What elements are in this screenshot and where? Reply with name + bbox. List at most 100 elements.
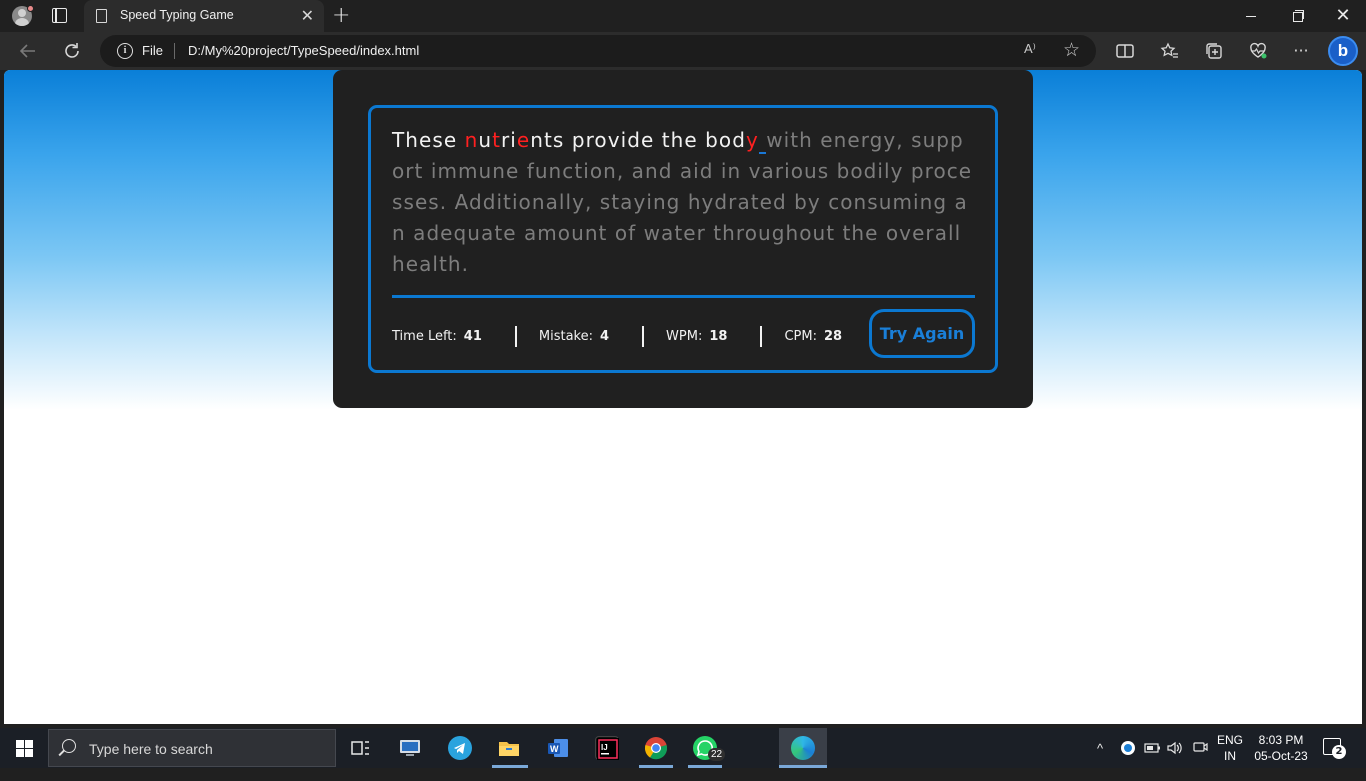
correct-char: t (661, 128, 671, 152)
page-icon (96, 9, 107, 23)
browser-tab-bar: Speed Typing Game ✕ + ✕ (0, 0, 1366, 32)
windows-start-icon[interactable] (16, 740, 33, 757)
favorites-icon[interactable] (1160, 41, 1180, 61)
typing-game-inner: These nutrients provide the body with en… (368, 105, 998, 373)
remote-desktop-icon[interactable] (398, 736, 422, 760)
language-indicator[interactable]: ENG IN (1216, 732, 1244, 764)
whatsapp-badge: 22 (708, 748, 726, 761)
browser-tab[interactable]: Speed Typing Game ✕ (84, 0, 324, 32)
url-text[interactable]: D:/My%20project/TypeSpeed/index.html (188, 43, 419, 58)
address-bar[interactable]: i File D:/My%20project/TypeSpeed/index.h… (100, 35, 1096, 67)
stat-separator (514, 325, 517, 347)
reload-icon[interactable] (61, 40, 83, 62)
correct-char: d (627, 128, 641, 152)
typing-game-card: These nutrients provide the body with en… (333, 70, 1033, 408)
correct-char: i (510, 128, 517, 152)
clock-time: 8:03 PM (1258, 733, 1304, 747)
restore-button[interactable] (1274, 0, 1320, 32)
incorrect-char: e (516, 128, 531, 152)
correct-char: o (594, 128, 608, 152)
split-screen-icon[interactable] (1115, 41, 1135, 61)
correct-char: b (705, 128, 719, 152)
correct-char: s (552, 128, 565, 152)
wpm-stat: WPM: 18 (666, 329, 727, 344)
correct-char: s (432, 128, 444, 152)
content-divider (392, 295, 975, 298)
incorrect-char: n (464, 128, 479, 152)
correct-char: o (718, 128, 733, 152)
correct-char: n (530, 128, 544, 152)
back-arrow-icon[interactable] (17, 40, 39, 62)
cpm-label: CPM: (784, 328, 817, 344)
site-info-icon[interactable]: i (117, 43, 133, 59)
telegram-icon[interactable] (448, 736, 472, 760)
window-close-button[interactable]: ✕ (1320, 0, 1366, 32)
correct-char: p (571, 128, 586, 152)
incorrect-char: t (492, 128, 502, 152)
task-view-icon[interactable] (349, 736, 373, 760)
word-icon[interactable]: W (546, 736, 570, 760)
correct-char: T (392, 128, 406, 152)
notification-center-icon[interactable]: 2 (1323, 738, 1346, 759)
correct-char: v (607, 128, 621, 152)
correct-char: d (732, 128, 746, 152)
svg-text:W: W (550, 744, 559, 754)
time-left-value: 41 (463, 328, 482, 344)
clock-date: 05-Oct-23 (1254, 749, 1308, 763)
mistake-value: 4 (600, 328, 610, 344)
tab-actions-icon[interactable] (52, 8, 67, 23)
svg-text:IJ: IJ (601, 743, 608, 752)
correct-char: t (544, 128, 553, 152)
intellij-idea-icon[interactable]: IJ (595, 736, 619, 760)
whatsapp-icon[interactable]: 22 (693, 736, 726, 761)
language-code: ENG (1216, 733, 1243, 747)
volume-icon[interactable] (1166, 740, 1184, 780)
correct-char: e (443, 128, 458, 152)
search-icon (62, 739, 76, 753)
minimize-button[interactable] (1228, 0, 1274, 32)
clock[interactable]: 8:03 PM 05-Oct-23 (1252, 732, 1310, 764)
time-left-label: Time Left: (392, 328, 457, 344)
region-code: IN (1224, 749, 1236, 763)
tab-title: Speed Typing Game (120, 8, 234, 22)
new-tab-button[interactable]: + (332, 3, 350, 29)
correct-char: h (670, 128, 685, 152)
correct-char: h (405, 128, 420, 152)
stat-separator (760, 325, 763, 347)
chrome-icon[interactable] (644, 736, 668, 760)
windows-taskbar: Type here to search W IJ 22 ^ ENG IN 8:0… (0, 728, 1366, 768)
edge-tray-icon[interactable] (1120, 740, 1136, 780)
cpm-stat: CPM: 28 (784, 329, 842, 344)
camera-meet-icon[interactable] (1192, 740, 1208, 780)
page-viewport: These nutrients provide the body with en… (4, 70, 1362, 724)
show-hidden-icons-chevron-icon[interactable]: ^ (1097, 741, 1103, 781)
favorite-star-icon[interactable]: ☆ (1063, 39, 1080, 61)
bing-copilot-icon[interactable]: b (1328, 36, 1358, 66)
try-again-button[interactable]: Try Again (869, 309, 975, 358)
wpm-value: 18 (709, 328, 728, 344)
file-explorer-icon[interactable] (497, 736, 521, 760)
incorrect-char: y (745, 128, 759, 152)
collections-icon[interactable] (1204, 41, 1224, 61)
typing-text[interactable]: These nutrients provide the body with en… (392, 125, 976, 280)
battery-icon[interactable] (1144, 741, 1162, 781)
correct-char: e (419, 128, 433, 152)
time-left-stat: Time Left: 41 (392, 329, 482, 344)
protocol-label: File (142, 43, 163, 58)
edge-icon (791, 736, 815, 760)
taskbar-search-box[interactable]: Type here to search (48, 729, 336, 767)
profile-avatar-icon[interactable] (10, 5, 34, 27)
read-aloud-icon[interactable]: A⁾ (1024, 41, 1036, 57)
correct-char (654, 128, 661, 152)
wpm-label: WPM: (666, 328, 703, 344)
mistake-label: Mistake: (538, 328, 593, 344)
correct-char (457, 128, 464, 152)
browser-toolbar: i File D:/My%20project/TypeSpeed/index.h… (0, 32, 1366, 70)
edge-active-tile[interactable] (779, 728, 827, 768)
performance-heart-icon[interactable] (1248, 41, 1268, 61)
search-placeholder: Type here to search (89, 741, 213, 757)
notification-count: 2 (1332, 745, 1346, 759)
tab-close-icon[interactable]: ✕ (301, 6, 314, 26)
stats-row: Time Left: 41 Mistake: 4 WPM: 18 CPM: 28 (392, 318, 862, 354)
more-menu-icon[interactable]: ··· (1291, 41, 1311, 61)
